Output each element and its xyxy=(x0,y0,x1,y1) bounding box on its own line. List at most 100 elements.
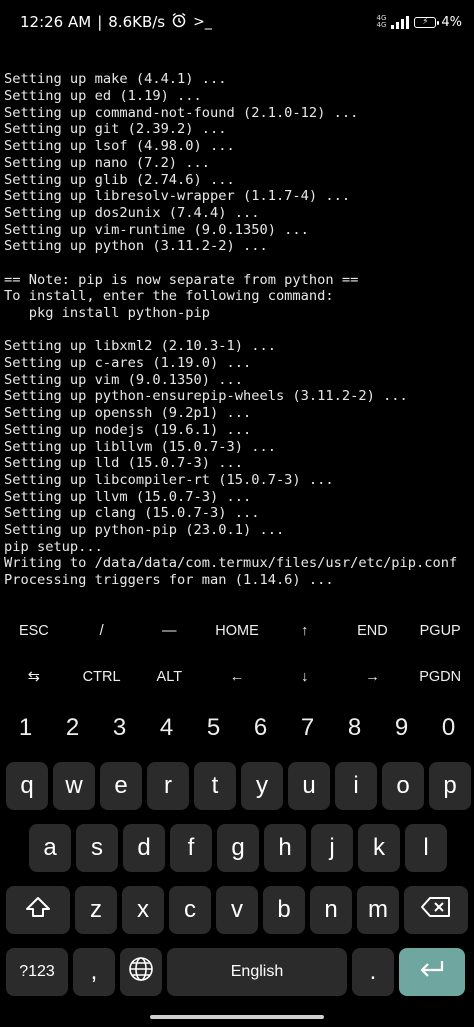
letter-key[interactable]: y xyxy=(241,762,283,810)
terminal-line: Setting up libresolv-wrapper (1.1.7-4) .… xyxy=(4,188,351,205)
extra-key-row1-6[interactable]: PGUP xyxy=(406,608,474,654)
letter-key[interactable]: a xyxy=(29,824,71,872)
extra-key-row1-0[interactable]: ESC xyxy=(0,608,68,654)
extra-key-row1-4[interactable]: ↑ xyxy=(271,608,339,654)
enter-key[interactable] xyxy=(399,948,465,996)
number-key[interactable]: 1 xyxy=(3,708,49,748)
language-key[interactable] xyxy=(120,948,162,996)
shift-icon xyxy=(25,895,51,926)
letter-key[interactable]: g xyxy=(217,824,259,872)
terminal-line: pkg install python-pip xyxy=(4,305,211,322)
keyboard-row-4: ?123 , English . xyxy=(6,948,465,996)
alarm-icon xyxy=(171,12,187,32)
letter-key[interactable]: w xyxy=(53,762,95,810)
terminal-line: Setting up nodejs (19.6.1) ... xyxy=(4,421,252,438)
number-key[interactable]: 3 xyxy=(97,708,143,748)
letter-key[interactable]: i xyxy=(335,762,377,810)
letter-key[interactable]: k xyxy=(358,824,400,872)
number-key[interactable]: 7 xyxy=(285,708,331,748)
terminal-line: Setting up libxml2 (2.10.3-1) ... xyxy=(4,338,276,355)
status-speed: 8.6KB/s xyxy=(108,13,166,31)
letter-key[interactable]: h xyxy=(264,824,306,872)
terminal-line: Setting up python (3.11.2-2) ... xyxy=(4,238,268,255)
letter-key[interactable]: d xyxy=(123,824,165,872)
extra-key-row2-2[interactable]: ALT xyxy=(135,654,203,700)
symbols-key[interactable]: ?123 xyxy=(6,948,68,996)
period-key[interactable]: . xyxy=(352,948,394,996)
soft-keyboard: 1234567890 qwertyuiop asdfghjkl zxcvbnm … xyxy=(0,700,474,1027)
letter-key[interactable]: b xyxy=(263,886,305,934)
terminal-prompt-icon: >_ xyxy=(193,14,212,30)
letter-key[interactable]: e xyxy=(100,762,142,810)
extra-key-row1-5[interactable]: END xyxy=(339,608,407,654)
battery-icon: ⚡ xyxy=(414,16,440,28)
comma-key[interactable]: , xyxy=(73,948,115,996)
status-right: 4G 4G ⚡ 4% xyxy=(376,15,462,30)
keyboard-row-2: asdfghjkl xyxy=(29,824,452,872)
letter-key[interactable]: q xyxy=(6,762,48,810)
letter-key[interactable]: r xyxy=(147,762,189,810)
letter-key[interactable]: f xyxy=(170,824,212,872)
extra-key-row1-3[interactable]: HOME xyxy=(203,608,271,654)
letter-key[interactable]: z xyxy=(75,886,117,934)
terminal-line: Setting up nano (7.2) ... xyxy=(4,154,211,171)
space-bar[interactable]: English xyxy=(167,948,347,996)
terminal-output[interactable]: Setting up make (4.4.1) ... Setting up ed… xyxy=(4,38,470,598)
letter-key[interactable]: o xyxy=(382,762,424,810)
letter-key[interactable]: m xyxy=(357,886,399,934)
terminal-line: Setting up python-ensurepip-wheels (3.11… xyxy=(4,388,408,405)
extra-key-row2-5[interactable]: → xyxy=(339,654,407,700)
number-key[interactable]: 5 xyxy=(191,708,237,748)
number-key[interactable]: 4 xyxy=(144,708,190,748)
extra-key-row2-0[interactable]: ⇆ xyxy=(0,654,68,700)
status-time: 12:26 AM xyxy=(20,13,92,31)
terminal-line: Setting up lsof (4.98.0) ... xyxy=(4,138,235,155)
letter-key[interactable]: c xyxy=(169,886,211,934)
globe-icon xyxy=(128,956,154,989)
letter-key[interactable]: x xyxy=(122,886,164,934)
terminal-line: Setting up c-ares (1.19.0) ... xyxy=(4,355,252,372)
gesture-nav-bar[interactable] xyxy=(150,1015,324,1019)
extra-key-row1-2[interactable]: — xyxy=(135,608,203,654)
terminal-line: Setting up command-not-found (2.1.0-12) … xyxy=(4,104,359,121)
letter-key[interactable]: p xyxy=(429,762,471,810)
terminal-lines: Setting up make (4.4.1) ... Setting up ed… xyxy=(4,71,470,588)
number-key[interactable]: 6 xyxy=(238,708,284,748)
enter-icon xyxy=(418,958,446,986)
letter-key[interactable]: n xyxy=(310,886,352,934)
letter-key[interactable]: l xyxy=(405,824,447,872)
terminal-line: Setting up dos2unix (7.4.4) ... xyxy=(4,204,260,221)
number-key[interactable]: 2 xyxy=(50,708,96,748)
extra-key-row1-1[interactable]: / xyxy=(68,608,136,654)
terminal-line: == Note: pip is now separate from python… xyxy=(4,271,359,288)
status-left: 12:26 AM | 8.6KB/s >_ xyxy=(20,12,212,32)
extra-key-row2-4[interactable]: ↓ xyxy=(271,654,339,700)
letter-key[interactable]: u xyxy=(288,762,330,810)
network-type: 4G 4G xyxy=(376,14,387,29)
extra-key-row2-1[interactable]: CTRL xyxy=(68,654,136,700)
letter-key[interactable]: t xyxy=(194,762,236,810)
number-key[interactable]: 8 xyxy=(332,708,378,748)
number-key[interactable]: 9 xyxy=(379,708,425,748)
extra-keys-row-2: ⇆ CTRL ALT ← ↓ → PGDN xyxy=(0,654,474,700)
terminal-line: Writing to /data/data/com.termux/files/u… xyxy=(4,555,458,572)
terminal-line: Setting up clang (15.0.7-3) ... xyxy=(4,505,260,522)
status-separator: | xyxy=(97,13,103,31)
terminal-line: Setting up llvm (15.0.7-3) ... xyxy=(4,488,252,505)
terminal-line: Setting up vim-runtime (9.0.1350) ... xyxy=(4,221,309,238)
signal-icon xyxy=(391,15,410,29)
terminal-line: Setting up ed (1.19) ... xyxy=(4,88,202,105)
shift-key[interactable] xyxy=(6,886,70,934)
number-key[interactable]: 0 xyxy=(426,708,472,748)
extra-key-row2-3[interactable]: ← xyxy=(203,654,271,700)
extra-key-row2-6[interactable]: PGDN xyxy=(406,654,474,700)
keyboard-row-3: zxcvbnm xyxy=(6,886,468,934)
letter-key[interactable]: s xyxy=(76,824,118,872)
letter-key[interactable]: j xyxy=(311,824,353,872)
backspace-key[interactable] xyxy=(404,886,468,934)
terminal-line: Setting up vim (9.0.1350) ... xyxy=(4,371,243,388)
extra-keys-row-1: ESC / — HOME ↑ END PGUP xyxy=(0,608,474,654)
letter-key[interactable]: v xyxy=(216,886,258,934)
